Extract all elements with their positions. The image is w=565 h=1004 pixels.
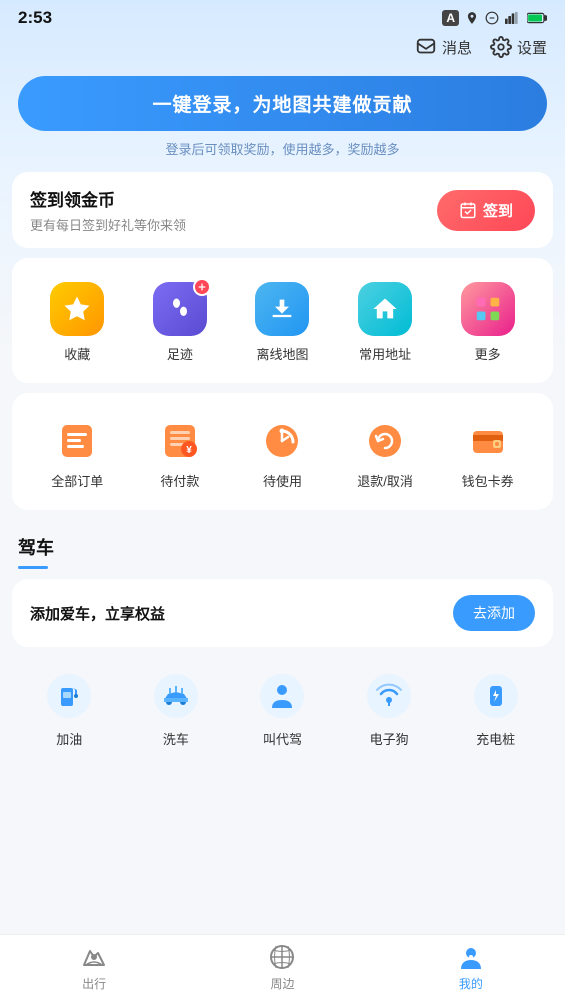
- pending-use-icon: [263, 423, 301, 459]
- drive-radar[interactable]: 电子狗: [336, 671, 443, 748]
- message-icon: [415, 36, 437, 58]
- travel-nav-icon: [80, 943, 108, 971]
- nav-mine[interactable]: 我的: [377, 943, 565, 992]
- nav-nearby[interactable]: 周边: [188, 943, 376, 992]
- nav-mine-label: 我的: [459, 975, 483, 992]
- settings-action[interactable]: 设置: [490, 36, 547, 58]
- refund-icon: [366, 423, 404, 459]
- footprint-icon: [166, 295, 194, 323]
- order-pending-pay-label: 待付款: [160, 471, 199, 490]
- location-icon: [465, 11, 479, 25]
- login-sub-text: 登录后可领取奖励，使用越多，奖励越多: [0, 139, 565, 158]
- bottom-nav: 出行 周边 我的: [0, 934, 565, 1004]
- login-banner-text: 一键登录，为地图共建做贡献: [152, 95, 412, 116]
- icon-common-addr[interactable]: 常用地址: [334, 282, 437, 363]
- order-refund-label: 退款/取消: [357, 471, 413, 490]
- order-all[interactable]: 全部订单: [26, 419, 129, 490]
- drive-carwash[interactable]: 洗车: [123, 671, 230, 748]
- icon-favorites-label: 收藏: [64, 344, 90, 363]
- drive-section-header: 驾车: [0, 520, 565, 564]
- signal-icon: [505, 11, 521, 25]
- mine-nav-icon: [457, 943, 485, 971]
- icon-offline-map[interactable]: 离线地图: [231, 282, 334, 363]
- checkin-calendar-icon: [459, 201, 477, 219]
- add-car-btn-label: 去添加: [473, 605, 515, 621]
- drive-charge-label: 充电桩: [476, 729, 515, 748]
- status-bar: 2:53 A: [0, 0, 565, 32]
- drive-charge[interactable]: 充电桩: [442, 671, 549, 748]
- carwash-icon: [154, 674, 198, 718]
- drive-chauffeur[interactable]: 叫代驾: [229, 671, 336, 748]
- all-orders-icon: [58, 423, 96, 459]
- add-car-banner: 添加爱车，立享权益 去添加: [12, 579, 553, 647]
- svg-text:¥: ¥: [186, 445, 192, 456]
- drive-gas-label: 加油: [56, 729, 82, 748]
- status-time: 2:53: [18, 8, 52, 28]
- top-actions: 消息 设置: [0, 32, 565, 66]
- drive-gas[interactable]: 加油: [16, 671, 123, 748]
- drive-radar-label: 电子狗: [370, 729, 409, 748]
- order-wallet-label: 钱包卡券: [462, 471, 514, 490]
- login-banner[interactable]: 一键登录，为地图共建做贡献: [18, 76, 547, 131]
- nearby-nav-icon: [268, 943, 296, 971]
- nav-travel-label: 出行: [82, 975, 106, 992]
- order-wallet[interactable]: 钱包卡券: [436, 419, 539, 490]
- order-pending-pay[interactable]: ¥ 待付款: [129, 419, 232, 490]
- icon-footprint-label: 足迹: [167, 344, 193, 363]
- grid-icon: [473, 294, 503, 324]
- settings-label: 设置: [517, 37, 547, 58]
- status-icons: A: [442, 10, 547, 26]
- message-action[interactable]: 消息: [415, 36, 472, 58]
- radar-icon: [367, 674, 411, 718]
- checkin-button[interactable]: 签到: [437, 190, 535, 231]
- nav-travel[interactable]: 出行: [0, 943, 188, 992]
- icon-footprint[interactable]: 足迹: [129, 282, 232, 363]
- sim-icon: A: [442, 10, 459, 26]
- drive-title: 驾车: [18, 538, 54, 558]
- add-car-text: 添加爱车，立享权益: [30, 603, 165, 624]
- drive-chauffeur-label: 叫代驾: [263, 729, 302, 748]
- nav-nearby-label: 周边: [270, 975, 294, 992]
- order-pending-use[interactable]: 待使用: [231, 419, 334, 490]
- checkin-info: 签到领金币 更有每日签到好礼等你来领: [30, 186, 186, 234]
- icon-offline-map-label: 离线地图: [256, 344, 308, 363]
- charge-icon: [474, 674, 518, 718]
- home-icon: [371, 295, 399, 323]
- battery-icon: [527, 12, 547, 24]
- order-icons-card: 全部订单 ¥ 待付款: [12, 393, 553, 510]
- footprint-badge: [193, 278, 211, 296]
- checkin-subtitle: 更有每日签到好礼等你来领: [30, 215, 186, 234]
- drive-title-underline: [18, 566, 48, 569]
- order-refund[interactable]: 退款/取消: [334, 419, 437, 490]
- download-icon: [268, 295, 296, 323]
- order-all-label: 全部订单: [51, 471, 103, 490]
- chauffeur-icon: [260, 674, 304, 718]
- star-icon: [62, 294, 92, 324]
- order-icons-grid: 全部订单 ¥ 待付款: [22, 409, 543, 494]
- checkin-title: 签到领金币: [30, 186, 186, 211]
- icon-more-label: 更多: [475, 344, 501, 363]
- drive-items-grid: 加油 洗车: [12, 657, 553, 758]
- add-car-button[interactable]: 去添加: [453, 595, 535, 631]
- settings-icon: [490, 36, 512, 58]
- quick-icons-card: 收藏 足迹 离线地图: [12, 258, 553, 383]
- dnd-icon: [485, 11, 499, 25]
- quick-icons-grid: 收藏 足迹 离线地图: [22, 274, 543, 367]
- drive-carwash-label: 洗车: [163, 729, 189, 748]
- checkin-btn-label: 签到: [483, 200, 513, 221]
- gas-icon: [47, 674, 91, 718]
- wallet-icon: [469, 423, 507, 459]
- order-pending-use-label: 待使用: [263, 471, 302, 490]
- checkin-card: 签到领金币 更有每日签到好礼等你来领 签到: [12, 172, 553, 248]
- pending-pay-icon: ¥: [161, 423, 199, 459]
- icon-favorites[interactable]: 收藏: [26, 282, 129, 363]
- icon-more[interactable]: 更多: [436, 282, 539, 363]
- message-label: 消息: [442, 37, 472, 58]
- icon-common-addr-label: 常用地址: [359, 344, 411, 363]
